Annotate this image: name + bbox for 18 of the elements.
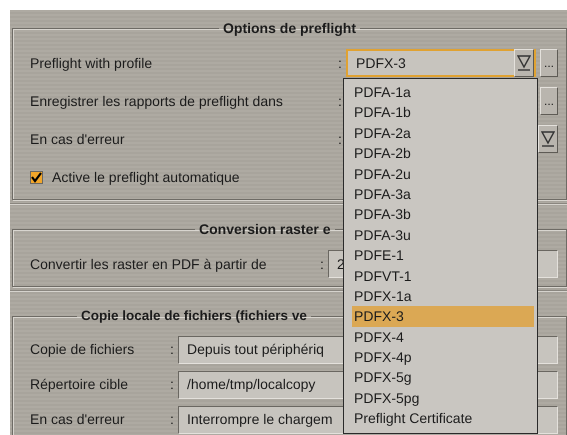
field-label: Répertoire cible: [30, 375, 128, 394]
colon-separator: :: [337, 54, 343, 72]
colon-separator: :: [319, 254, 325, 274]
field-label: Copie de fichiers: [30, 340, 134, 359]
field-label: Convertir les raster en PDF à partir de: [30, 254, 267, 274]
field-label: En cas d'erreur: [30, 410, 124, 429]
colon-separator: :: [169, 340, 175, 359]
colon-separator: :: [169, 410, 175, 429]
checkbox-label: Active le preflight automatique: [52, 168, 240, 187]
colon-separator: :: [337, 92, 343, 110]
section-title: Options de preflight: [222, 19, 357, 37]
field-label: Preflight with profile: [30, 54, 152, 73]
colon-separator: :: [337, 130, 343, 148]
section-title: Copie locale de fichiers (fichiers ve: [80, 307, 308, 325]
field-label: Enregistrer les rapports de preflight dans: [30, 92, 283, 111]
section-title: Conversion raster e: [198, 220, 332, 238]
colon-separator: :: [169, 375, 175, 394]
field-label: En cas d'erreur: [30, 130, 124, 148]
